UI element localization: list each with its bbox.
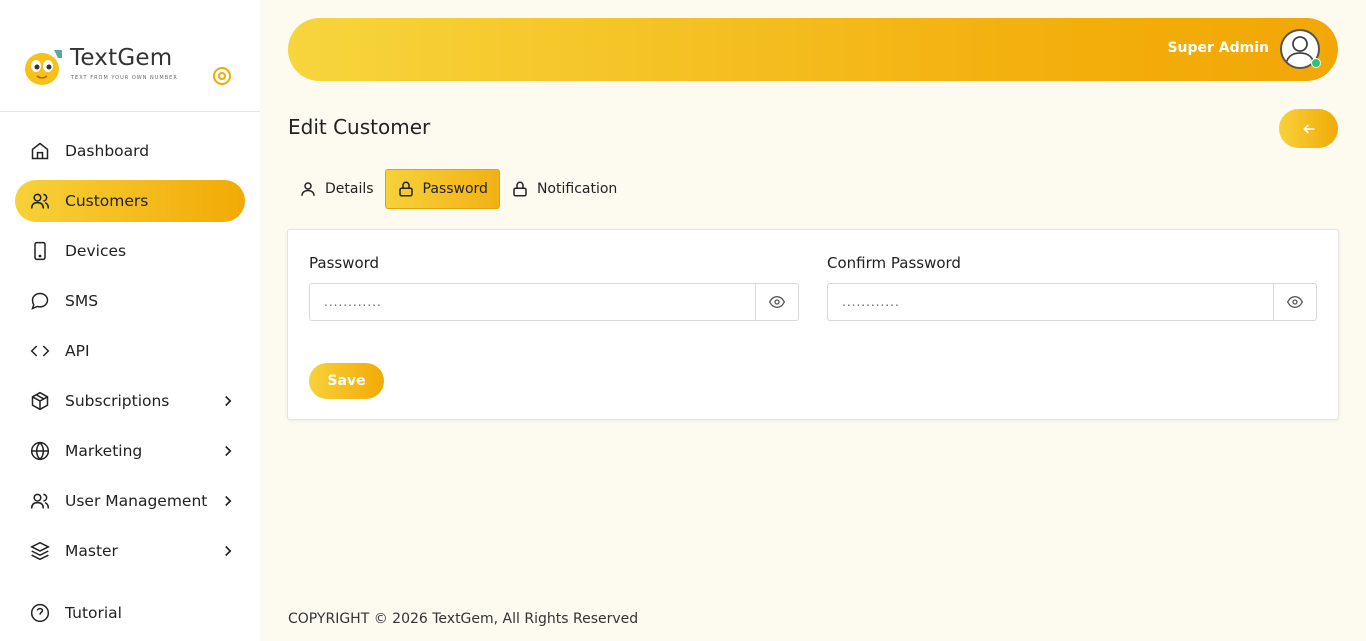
user-name[interactable]: Super Admin	[1167, 40, 1269, 56]
brand-name: TextGem	[70, 45, 173, 71]
save-button[interactable]: Save	[309, 363, 384, 399]
sidebar-item-label: User Management	[65, 492, 208, 510]
sidebar-item-master[interactable]: Master	[15, 530, 245, 572]
show-password-button[interactable]	[755, 283, 799, 321]
page-title: Edit Customer	[288, 115, 431, 139]
online-status-dot	[1311, 58, 1321, 68]
logo-area: TextGem TEXT FROM YOUR OWN NUMBER	[0, 0, 260, 112]
tab-details[interactable]: Details	[288, 169, 385, 209]
chevron-right-icon	[225, 395, 232, 407]
globe-icon	[29, 440, 51, 462]
confirm-password-label: Confirm Password	[827, 254, 961, 272]
sidebar-nav: Dashboard Customers Devices SMS API Subs…	[15, 130, 245, 641]
sidebar-item-user-management[interactable]: User Management	[15, 480, 245, 522]
brand-tagline: TEXT FROM YOUR OWN NUMBER	[71, 75, 178, 81]
sidebar-item-label: Marketing	[65, 442, 143, 460]
chevron-right-icon	[225, 495, 232, 507]
sidebar-item-devices[interactable]: Devices	[15, 230, 245, 272]
sidebar-item-marketing[interactable]: Marketing	[15, 430, 245, 472]
users-icon	[29, 490, 51, 512]
eye-icon	[1287, 295, 1303, 309]
sidebar-item-sms[interactable]: SMS	[15, 280, 245, 322]
smartphone-icon	[29, 240, 51, 262]
chevron-right-icon	[225, 445, 232, 457]
sidebar-item-api[interactable]: API	[15, 330, 245, 372]
sidebar-item-label: Master	[65, 542, 118, 560]
sidebar-item-label: Devices	[65, 242, 127, 260]
sidebar-item-dashboard[interactable]: Dashboard	[15, 130, 245, 172]
sidebar-item-label: SMS	[65, 292, 99, 310]
lock-icon	[511, 180, 529, 198]
password-field: Password	[309, 254, 799, 321]
confirm-password-input[interactable]	[827, 283, 1273, 321]
password-label: Password	[309, 254, 380, 272]
password-form-card: Password Confirm Password Save	[287, 229, 1339, 420]
sidebar-item-label: Tutorial	[65, 604, 122, 622]
tab-password[interactable]: Password	[384, 169, 500, 209]
arrow-left-icon	[1302, 123, 1314, 134]
sidebar-item-tutorial[interactable]: Tutorial	[15, 592, 245, 634]
sidebar-item-label: Customers	[65, 192, 149, 210]
tab-label: Password	[422, 181, 488, 197]
message-icon	[29, 290, 51, 312]
package-icon	[29, 390, 51, 412]
top-header: Super Admin	[288, 18, 1338, 81]
password-input-group	[309, 283, 799, 321]
footer-copyright: COPYRIGHT © 2026 TextGem, All Rights Res…	[288, 611, 639, 627]
layers-icon	[29, 540, 51, 562]
show-confirm-password-button[interactable]	[1273, 283, 1317, 321]
sidebar-item-customers[interactable]: Customers	[15, 180, 245, 222]
user-icon	[299, 180, 317, 198]
target-icon[interactable]	[212, 66, 232, 86]
code-icon	[29, 340, 51, 362]
confirm-password-input-group	[827, 283, 1317, 321]
confirm-password-field: Confirm Password	[827, 254, 1317, 321]
password-input[interactable]	[309, 283, 755, 321]
home-icon	[29, 140, 51, 162]
back-button[interactable]	[1279, 109, 1338, 148]
help-icon	[29, 602, 51, 624]
tab-label: Notification	[536, 181, 618, 197]
tab-label: Details	[325, 181, 374, 197]
chevron-right-icon	[225, 545, 232, 557]
sidebar: TextGem TEXT FROM YOUR OWN NUMBER Dashbo…	[0, 0, 260, 641]
tab-notification[interactable]: Notification	[500, 169, 628, 209]
users-icon	[29, 190, 51, 212]
sidebar-item-label: API	[65, 342, 90, 360]
eye-icon	[769, 295, 785, 309]
customer-tabs: Details Password Notification	[288, 169, 628, 209]
sidebar-item-label: Dashboard	[65, 142, 150, 160]
sidebar-item-subscriptions[interactable]: Subscriptions	[15, 380, 245, 422]
lock-icon	[397, 180, 415, 198]
sidebar-item-label: Subscriptions	[65, 392, 170, 410]
textgem-logo-icon	[25, 50, 62, 85]
